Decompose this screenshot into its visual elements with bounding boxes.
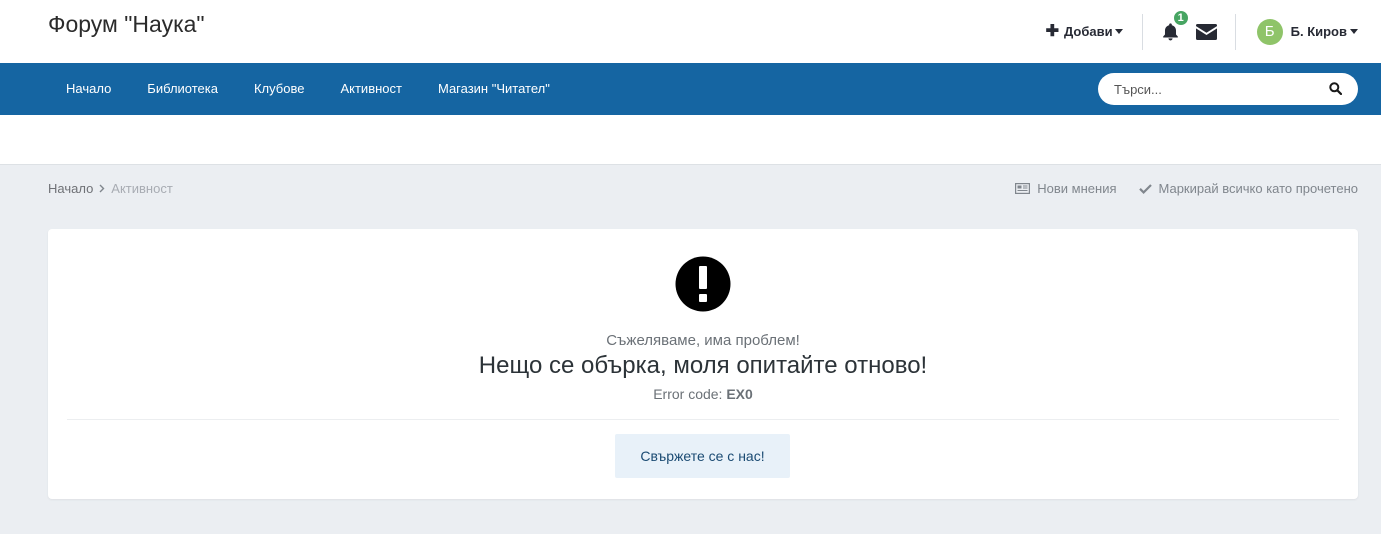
divider xyxy=(1234,13,1236,50)
error-subtitle: Съжеляваме, има проблем! xyxy=(606,332,800,349)
nav-item-clubs[interactable]: Клубове xyxy=(236,63,322,115)
error-code: Error code: EX0 xyxy=(48,386,1358,402)
envelope-icon xyxy=(1195,23,1217,40)
site-title[interactable]: Форум "Наука" xyxy=(48,10,205,38)
search-box xyxy=(1098,73,1358,105)
mark-all-read-link[interactable]: Маркирай всичко като прочетено xyxy=(1138,181,1359,196)
contact-us-button[interactable]: Свържете се с нас! xyxy=(615,434,790,478)
caret-down-icon xyxy=(1114,29,1123,34)
notifications-button[interactable]: 1 xyxy=(1161,9,1190,41)
nav-item-home[interactable]: Начало xyxy=(48,63,129,115)
search-icon xyxy=(1329,82,1343,96)
breadcrumb-current: Активност xyxy=(111,181,173,196)
breadcrumb: Начало Активност xyxy=(48,181,173,196)
error-card: Съжеляваме, има проблем! Нещо се обърка,… xyxy=(48,229,1358,499)
mark-all-read-label: Маркирай всичко като прочетено xyxy=(1158,181,1359,196)
breadcrumb-home[interactable]: Начало xyxy=(48,181,93,196)
messages-button[interactable] xyxy=(1195,23,1217,40)
checkmark-icon xyxy=(1138,184,1152,194)
chevron-right-icon xyxy=(99,184,105,193)
caret-down-icon xyxy=(1350,29,1358,34)
newspaper-icon xyxy=(1015,183,1031,194)
page-actions: Нови мнения Маркирай всичко като прочете… xyxy=(1015,181,1358,196)
user-menu[interactable]: Б Б. Киров xyxy=(1256,18,1358,45)
divider xyxy=(67,419,1339,420)
plus-icon: ✚ xyxy=(1045,23,1060,40)
search-input[interactable] xyxy=(1114,81,1334,97)
nav-items: Начало Библиотека Клубове Активност Мага… xyxy=(48,63,568,115)
notification-count-badge: 1 xyxy=(1171,9,1190,27)
secondary-nav-strip xyxy=(0,115,1381,165)
error-code-value: EX0 xyxy=(726,386,753,402)
error-message: Нещо се обърка, моля опитайте отново! xyxy=(478,352,928,379)
error-code-label: Error code: xyxy=(653,386,723,402)
nav-item-activity[interactable]: Активност xyxy=(322,63,420,115)
exclamation-circle-icon xyxy=(675,256,731,317)
primary-nav: Начало Библиотека Клубове Активност Мага… xyxy=(0,63,1381,115)
avatar: Б xyxy=(1256,18,1283,45)
divider xyxy=(1141,13,1143,50)
nav-item-library[interactable]: Библиотека xyxy=(129,63,236,115)
new-posts-label: Нови мнения xyxy=(1037,181,1117,196)
search-button[interactable] xyxy=(1329,82,1343,100)
site-header: Форум "Наука" ✚ Добави 1 Б Б. Киров xyxy=(0,0,1381,63)
nav-item-store[interactable]: Магазин "Читател" xyxy=(420,63,568,115)
create-label: Добави xyxy=(1064,24,1113,39)
new-posts-link[interactable]: Нови мнения xyxy=(1015,181,1117,196)
user-bar: ✚ Добави 1 Б Б. Киров xyxy=(1046,0,1358,63)
create-button[interactable]: ✚ Добави xyxy=(1045,23,1123,40)
user-name: Б. Киров xyxy=(1290,24,1347,39)
